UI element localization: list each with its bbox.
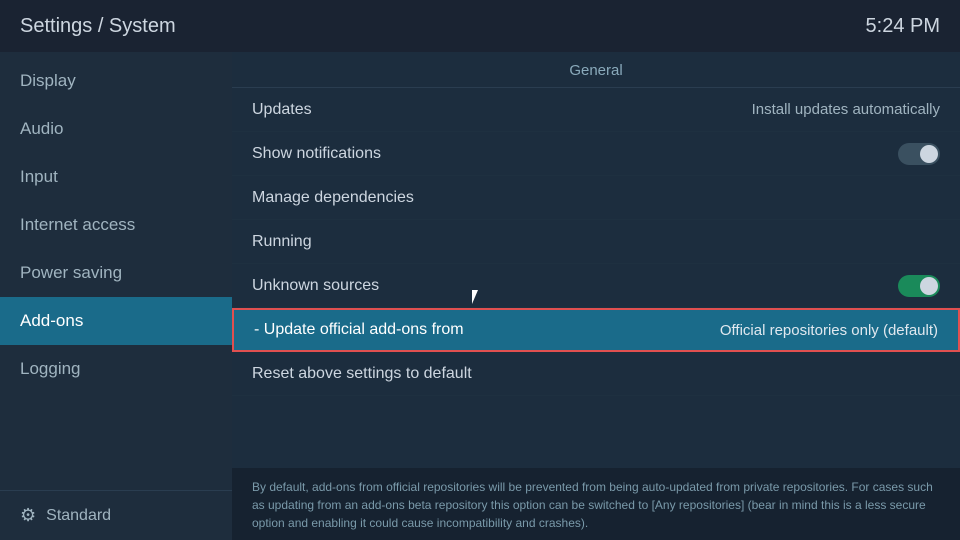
section-header: General [232,52,960,88]
sidebar-item-logging[interactable]: Logging [0,345,232,393]
setting-row-unknown-sources[interactable]: Unknown sources [232,264,960,308]
content-area: General Updates Install updates automati… [232,52,960,540]
sidebar-footer[interactable]: ⚙ Standard [0,490,232,540]
gear-icon: ⚙ [20,505,36,526]
setting-row-update-official-addons[interactable]: - Update official add-ons from Official … [232,308,960,352]
setting-label-updates: Updates [252,101,312,119]
setting-row-running[interactable]: Running [232,220,960,264]
setting-row-reset-settings[interactable]: Reset above settings to default [232,352,960,396]
setting-label-running: Running [252,233,312,251]
setting-row-updates[interactable]: Updates Install updates automatically [232,88,960,132]
sidebar-item-audio[interactable]: Audio [0,105,232,153]
setting-label-reset-settings: Reset above settings to default [252,365,472,383]
sidebar-item-internet-access[interactable]: Internet access [0,201,232,249]
clock: 5:24 PM [866,15,940,38]
header: Settings / System 5:24 PM [0,0,960,52]
main-layout: Display Audio Input Internet access Powe… [0,52,960,540]
toggle-show-notifications[interactable] [898,143,940,165]
sidebar-item-display[interactable]: Display [0,57,232,105]
setting-label-unknown-sources: Unknown sources [252,277,379,295]
setting-value-updates: Install updates automatically [752,101,940,118]
sidebar-item-input[interactable]: Input [0,153,232,201]
setting-label-show-notifications: Show notifications [252,145,381,163]
standard-label: Standard [46,507,111,525]
setting-value-update-official-addons: Official repositories only (default) [720,322,938,339]
setting-row-show-notifications[interactable]: Show notifications [232,132,960,176]
sidebar-item-add-ons[interactable]: Add-ons [0,297,232,345]
description-text: By default, add-ons from official reposi… [252,480,933,530]
sidebar: Display Audio Input Internet access Powe… [0,52,232,540]
description-footer: By default, add-ons from official reposi… [232,468,960,540]
setting-row-manage-dependencies[interactable]: Manage dependencies [232,176,960,220]
page-title: Settings / System [20,15,176,38]
toggle-unknown-sources[interactable] [898,275,940,297]
setting-label-manage-dependencies: Manage dependencies [252,189,414,207]
setting-label-update-official-addons: - Update official add-ons from [254,321,464,339]
settings-list: Updates Install updates automatically Sh… [232,88,960,468]
sidebar-item-power-saving[interactable]: Power saving [0,249,232,297]
